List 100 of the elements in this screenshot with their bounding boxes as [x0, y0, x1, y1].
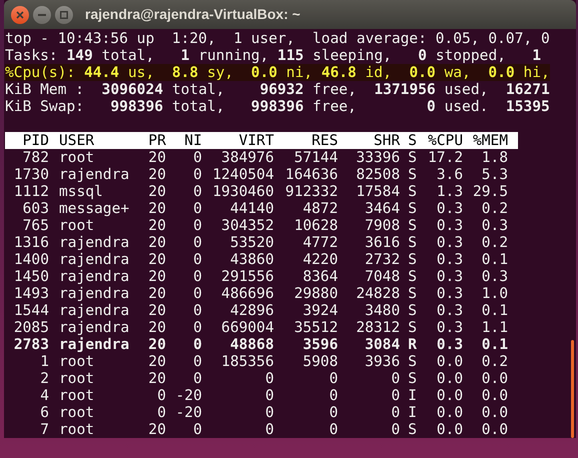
table-cell-text: 20: [147, 302, 166, 319]
table-cell-text: 10628: [293, 217, 338, 234]
table-cell-text: 0: [192, 336, 202, 353]
table-cell-text: -20: [174, 404, 202, 421]
table-cell-text: rajendra: [58, 302, 130, 319]
table-cell-text: 384976: [220, 149, 274, 166]
table-cell-text: I: [407, 404, 418, 421]
table-cell-text: 20: [147, 183, 166, 200]
table-cell-text: 20: [147, 353, 166, 370]
close-button[interactable]: [11, 6, 29, 24]
table-cell-text: S: [407, 217, 418, 234]
table-cell-text: 0.0: [436, 353, 463, 370]
column-header: SHR: [372, 132, 400, 149]
table-cell-text: 0.3: [436, 319, 463, 336]
close-icon: [16, 10, 24, 18]
table-cell-text: 0.3: [480, 217, 508, 234]
minimize-button[interactable]: [33, 6, 51, 24]
table-cell-text: 0: [390, 404, 400, 421]
table-cell-text: 53520: [229, 234, 274, 251]
table-cell-text: 0.3: [436, 234, 463, 251]
table-cell-text: 0: [192, 217, 202, 234]
table-cell-text: S: [407, 200, 418, 217]
table-cell-text: 20: [147, 268, 166, 285]
table-cell-text: 1930460: [211, 183, 274, 200]
table-cell-text: 5908: [302, 353, 338, 370]
table-cell-text: 603: [22, 200, 49, 217]
summary-line: KiB Mem : 3096024 total, 96932 free, 1371956 used, 16271: [5, 81, 550, 98]
column-header: S: [407, 132, 418, 149]
table-cell-text: 7: [39, 421, 49, 438]
table-cell-text: 0: [156, 387, 166, 404]
minimize-icon: [38, 14, 46, 16]
table-cell-text: 0.0: [436, 404, 463, 421]
table-cell-text: 1112: [12, 183, 49, 200]
table-cell-text: S: [407, 234, 418, 251]
table-cell-text: 0: [192, 166, 202, 183]
table-cell-text: 0: [264, 370, 274, 387]
table-cell-text: 0.1: [480, 251, 508, 268]
table-cell-text: mssql: [58, 183, 104, 200]
table-cell-text: 57144: [293, 149, 338, 166]
table-cell-text: 1: [39, 353, 49, 370]
table-cell-text: 3084: [364, 336, 400, 353]
table-cell-text: 0.3: [436, 268, 463, 285]
table-cell-text: 912332: [284, 183, 338, 200]
table-cell-text: 29880: [293, 285, 338, 302]
column-header: %MEM: [472, 132, 508, 149]
table-cell-text: 0: [264, 404, 274, 421]
table-cell-text: 0: [192, 200, 202, 217]
column-header: PID: [22, 132, 49, 149]
table-cell-text: 20: [147, 421, 166, 438]
column-header: RES: [310, 132, 338, 149]
table-cell-text: 1450: [12, 268, 49, 285]
table-cell-text: 20: [147, 336, 166, 353]
table-cell-text: 0.1: [480, 336, 508, 353]
table-cell-text: 0: [192, 268, 202, 285]
table-cell-text: 3480: [364, 302, 400, 319]
table-cell-text: 5.3: [480, 166, 508, 183]
column-header: VIRT: [238, 132, 274, 149]
column-header: PR: [147, 132, 166, 149]
table-cell-text: root: [58, 404, 96, 421]
table-cell-text: rajendra: [58, 285, 130, 302]
table-cell-text: 669004: [220, 319, 274, 336]
table-cell-text: 0: [156, 404, 166, 421]
table-cell-text: 82508: [355, 166, 400, 183]
table-cell-text: 0: [328, 387, 338, 404]
table-cell-text: 1544: [12, 302, 49, 319]
table-cell-text: 7908: [364, 217, 400, 234]
table-cell-text: 20: [147, 166, 166, 183]
table-cell-text: 44140: [229, 200, 274, 217]
table-cell-text: S: [407, 285, 418, 302]
table-cell-text: 42896: [229, 302, 274, 319]
table-cell-text: 4220: [302, 251, 338, 268]
table-cell-text: 17.2: [426, 149, 463, 166]
table-cell-text: 0: [390, 387, 400, 404]
table-cell-text: 0.0: [436, 387, 463, 404]
table-cell-text: 0.3: [480, 268, 508, 285]
maximize-icon: [60, 10, 68, 18]
table-cell-text: S: [407, 166, 418, 183]
table-cell-text: S: [407, 370, 418, 387]
table-cell-text: 20: [147, 319, 166, 336]
table-cell-text: 24828: [355, 285, 400, 302]
table-cell-text: root: [58, 149, 96, 166]
table-cell-text: 0: [328, 404, 338, 421]
table-cell-text: 35512: [293, 319, 338, 336]
table-cell-text: 0.0: [436, 370, 463, 387]
table-cell-text: S: [407, 149, 418, 166]
table-cell-text: rajendra: [58, 234, 130, 251]
table-cell-text: 0: [328, 421, 338, 438]
scrollbar-thumb[interactable]: [571, 340, 574, 438]
table-cell-text: 0.0: [480, 370, 508, 387]
table-cell-text: 0.3: [436, 285, 463, 302]
table-cell-text: 2: [39, 370, 49, 387]
table-cell-text: 0: [192, 302, 202, 319]
table-cell-text: -20: [174, 387, 202, 404]
table-cell-text: 20: [147, 251, 166, 268]
table-cell-text: 0.0: [480, 387, 508, 404]
maximize-button[interactable]: [55, 6, 73, 24]
table-cell-text: 0: [192, 353, 202, 370]
table-cell-text: S: [407, 268, 418, 285]
table-cell-text: 4772: [302, 234, 338, 251]
table-cell-text: S: [407, 183, 418, 200]
